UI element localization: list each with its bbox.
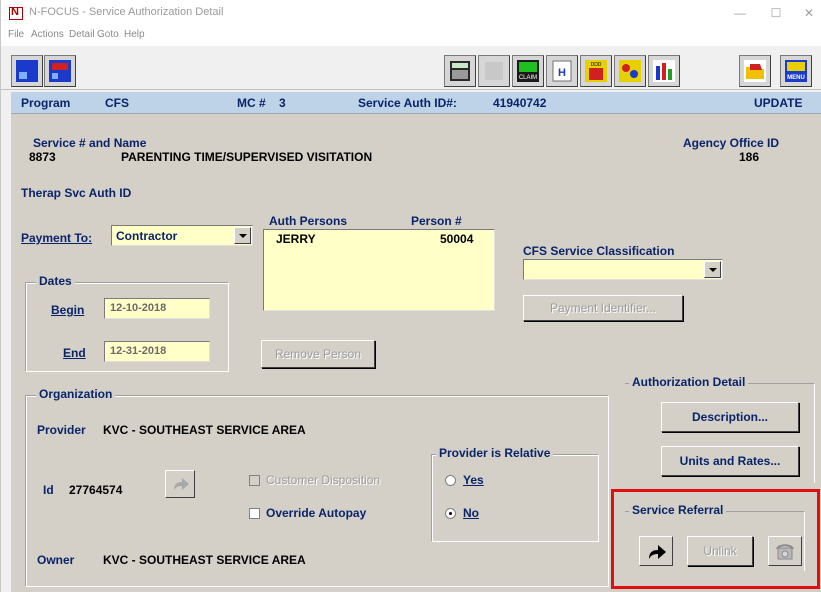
blank-icon — [485, 62, 503, 80]
toolbar-window-red-button[interactable] — [44, 55, 76, 87]
therap-svc-auth-label: Therap Svc Auth ID — [21, 186, 132, 200]
service-referral-highlight — [611, 489, 820, 589]
authorization-detail-title: Authorization Detail — [629, 375, 749, 389]
dates-title: Dates — [36, 274, 75, 288]
toolbar-chart-button[interactable] — [648, 55, 680, 87]
id-label: Id — [43, 483, 54, 497]
units-and-rates-button[interactable]: Units and Rates... — [661, 446, 799, 476]
service-auth-id-value: 41940742 — [493, 96, 547, 110]
service-number: 8873 — [29, 150, 56, 164]
service-name: PARENTING TIME/SUPERVISED VISITATION — [121, 150, 373, 164]
end-date-label[interactable]: End — [63, 346, 86, 360]
auth-persons-header: Auth Persons — [269, 214, 348, 228]
mc-value: 3 — [279, 96, 286, 110]
relative-yes-label: Yes — [463, 473, 484, 487]
owner-label: Owner — [37, 553, 75, 567]
provider-goto-button[interactable] — [165, 470, 195, 498]
app-window: N-FOCUS - Service Authorization Detail —… — [0, 0, 821, 592]
toolbar-window-button[interactable] — [11, 55, 43, 87]
override-autopay-checkbox[interactable] — [249, 508, 260, 519]
toolbar-people-button[interactable] — [614, 55, 646, 87]
auth-person-number: 50004 — [440, 232, 474, 246]
toolbar-menu-button[interactable]: MENU — [780, 55, 812, 87]
remove-person-button[interactable]: Remove Person — [261, 340, 375, 368]
relative-no-label: No — [463, 506, 479, 520]
provider-label: Provider — [37, 423, 86, 437]
override-autopay-label: Override Autopay — [266, 506, 367, 520]
header-row: Program CFS MC # 3 Service Auth ID#: 419… — [11, 92, 821, 114]
history-icon: H — [552, 60, 572, 82]
calculator-icon — [450, 61, 470, 81]
id-value: 27764574 — [69, 483, 123, 497]
mode-indicator: UPDATE — [754, 96, 803, 110]
customer-disposition-label: Customer Disposition — [266, 473, 381, 487]
owner-value: KVC - SOUTHEAST SERVICE AREA — [103, 553, 306, 567]
cfs-classification-label: CFS Service Classification — [523, 244, 675, 258]
claim-text: CLAIM — [519, 75, 537, 81]
toolbar-history-button[interactable]: H — [546, 55, 578, 87]
menu-text: MENU — [787, 75, 805, 81]
provider-value: KVC - SOUTHEAST SERVICE AREA — [103, 423, 306, 437]
close-button[interactable]: ✕ — [796, 3, 821, 23]
arrow-icon — [174, 478, 189, 490]
ddd-icon: DDD — [585, 60, 607, 82]
window-title: N-FOCUS - Service Authorization Detail — [29, 6, 224, 18]
relative-yes-radio[interactable] — [445, 475, 456, 486]
toolbar: CLAIM H DDD MENU — [1, 46, 821, 90]
organization-title: Organization — [36, 387, 116, 401]
cfs-classification-select[interactable] — [523, 259, 723, 280]
menu-actions[interactable]: Actions — [31, 29, 64, 40]
chevron-down-icon[interactable] — [704, 261, 721, 278]
begin-date-label[interactable]: Begin — [51, 303, 84, 317]
program-value: CFS — [105, 96, 129, 110]
payment-identifier-button[interactable]: Payment Identifier... — [523, 295, 683, 321]
maximize-button[interactable]: ☐ — [763, 3, 789, 23]
customer-disposition-checkbox[interactable] — [249, 475, 260, 486]
service-auth-id-label: Service Auth ID#: — [358, 96, 457, 110]
menu-bar: File Actions Detail Goto Help — [1, 26, 821, 46]
people-icon — [619, 60, 641, 82]
payment-to-label[interactable]: Payment To: — [21, 231, 92, 245]
chevron-down-icon[interactable] — [234, 227, 251, 244]
list-item[interactable]: JERRY 50004 — [264, 232, 494, 248]
menu-goto[interactable]: Goto — [97, 29, 119, 40]
title-bar: N-FOCUS - Service Authorization Detail —… — [1, 0, 821, 26]
menu-icon: MENU — [785, 60, 807, 82]
window-red-icon — [49, 60, 71, 82]
person-number-header: Person # — [411, 214, 462, 228]
nfocus-app-icon — [9, 6, 23, 20]
begin-date-field[interactable]: 12-10-2018 — [104, 298, 210, 319]
minimize-button[interactable]: — — [727, 3, 753, 23]
toolbar-folder-button[interactable] — [739, 55, 771, 87]
payment-to-value: Contractor — [116, 229, 178, 243]
toolbar-claim-button[interactable]: CLAIM — [512, 55, 544, 87]
window-icon — [16, 60, 38, 82]
ddd-text: DDD — [591, 62, 602, 68]
service-label: Service # and Name — [33, 136, 147, 150]
menu-help[interactable]: Help — [124, 29, 145, 40]
program-label: Program — [21, 96, 71, 110]
mc-label: MC # — [237, 96, 266, 110]
payment-to-select[interactable]: Contractor — [111, 225, 253, 246]
provider-relative-group: Provider is Relative — [431, 446, 599, 542]
folder-icon — [744, 60, 766, 82]
menu-detail[interactable]: Detail — [69, 29, 95, 40]
relative-no-radio[interactable] — [445, 508, 456, 519]
history-text: H — [558, 67, 566, 79]
agency-office-value: 186 — [739, 150, 760, 164]
provider-relative-title: Provider is Relative — [436, 446, 554, 460]
auth-person-name: JERRY — [276, 232, 316, 246]
description-button[interactable]: Description... — [661, 402, 799, 432]
auth-persons-list[interactable]: JERRY 50004 — [263, 229, 495, 311]
toolbar-ddd-button[interactable]: DDD — [580, 55, 612, 87]
toolbar-blank-button[interactable] — [478, 55, 510, 87]
chart-icon — [653, 60, 675, 82]
end-date-field[interactable]: 12-31-2018 — [104, 341, 210, 362]
toolbar-calculator-button[interactable] — [444, 55, 476, 87]
menu-file[interactable]: File — [8, 29, 24, 40]
claim-icon: CLAIM — [517, 60, 539, 82]
agency-office-label: Agency Office ID — [683, 136, 780, 150]
